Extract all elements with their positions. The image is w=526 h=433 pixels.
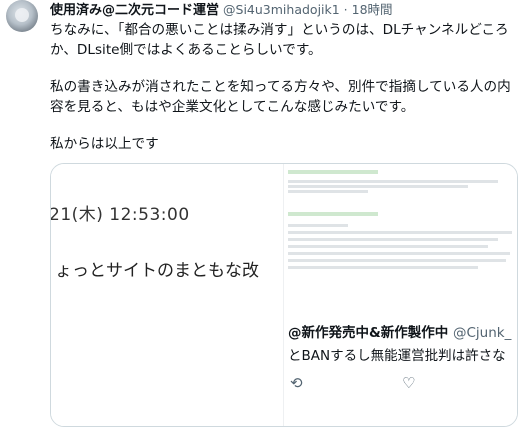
left-body-text: ょっとサイトのまともな改 bbox=[55, 261, 259, 281]
media-image-left[interactable]: 21(木) 12:53:00 ょっとサイトのまともな改 bbox=[51, 164, 283, 426]
retweet-icon[interactable]: ⟲ bbox=[290, 374, 303, 392]
avatar-face bbox=[15, 8, 29, 22]
left-date-text: 21(木) 12:53:00 bbox=[51, 205, 190, 225]
avatar[interactable] bbox=[6, 0, 38, 32]
author-handle-time[interactable]: @Si4u3mihadojik1 · 18時間 bbox=[223, 2, 393, 17]
tweet-paragraph-2: 私の書き込みが消されたことを知ってる方々や、別件で指摘している人の内容を見ると、… bbox=[50, 79, 511, 115]
mini-post-1 bbox=[284, 170, 517, 193]
tweet-header: 使用済み@二次元コード運営 @Si4u3mihadojik1 · 18時間 bbox=[50, 1, 520, 19]
mini-post-2 bbox=[284, 212, 517, 269]
reply-author: @新作発売中&新作製作中 bbox=[288, 325, 449, 341]
tweet-paragraph-3: 私からは以上です bbox=[50, 136, 159, 152]
heart-icon[interactable]: ♡ bbox=[402, 374, 415, 392]
reply-author-line: @新作発売中&新作製作中 @Cjunk_ bbox=[288, 321, 511, 341]
reply-text: とBANするし無能運営批判は許さな bbox=[288, 348, 506, 364]
tweet-media[interactable]: 21(木) 12:53:00 ょっとサイトのまともな改 @新作発売中&新作製作中… bbox=[50, 163, 518, 427]
media-image-right[interactable]: @新作発売中&新作製作中 @Cjunk_ とBANするし無能運営批判は許さな ⟲… bbox=[283, 164, 517, 426]
tweet-paragraph-1: ちなみに、「都合の悪いことは揉み消す」というのは、DLチャンネルどころか、DLs… bbox=[50, 22, 509, 58]
reply-actions: ⟲ ♡ bbox=[284, 372, 517, 396]
reply-handle: @Cjunk_ bbox=[452, 325, 512, 341]
author-name[interactable]: 使用済み@二次元コード運営 bbox=[50, 3, 219, 18]
tweet-text: ちなみに、「都合の悪いことは揉み消す」というのは、DLチャンネルどころか、DLs… bbox=[50, 20, 520, 154]
